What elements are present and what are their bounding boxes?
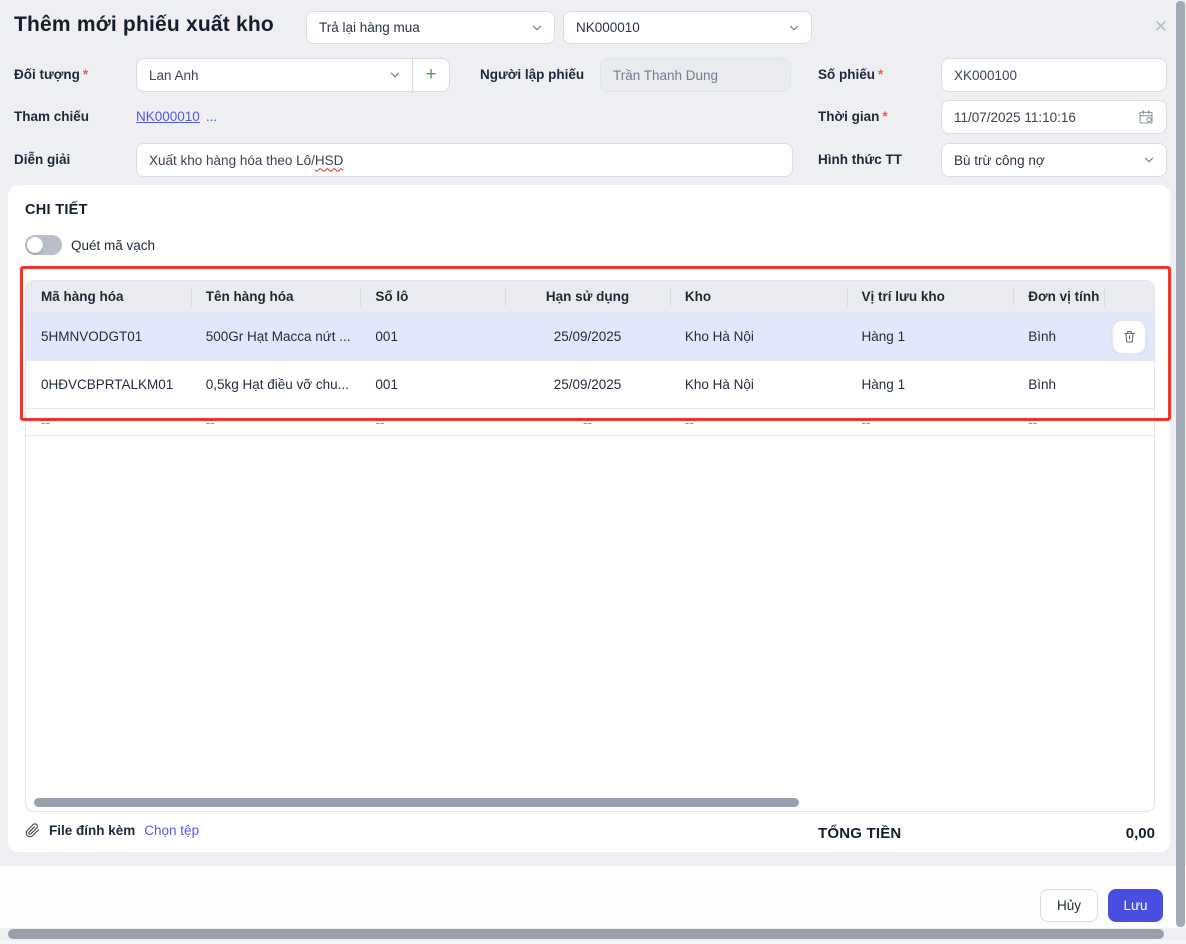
paperclip-icon	[25, 823, 39, 838]
cell-location: Hàng 1	[861, 329, 906, 344]
chevron-down-icon	[1144, 157, 1154, 163]
time-field[interactable]: 11/07/2025 11:10:16	[941, 100, 1167, 134]
add-export-slip-modal: Thêm mới phiếu xuất kho Trả lại hàng mua…	[0, 0, 1186, 944]
cell-unit: Bình	[1028, 329, 1057, 344]
payment-method-value: Bù trừ công nợ	[954, 152, 1045, 168]
cell-warehouse: Kho Hà Nội	[684, 377, 754, 392]
cell-name: 500Gr Hạt Macca nứt ...	[205, 329, 351, 344]
col-header-lot: Số lô	[360, 281, 505, 313]
detail-table: Mã hàng hóa Tên hàng hóa Số lô Hạn sử dụ…	[25, 280, 1155, 812]
footer-bar	[0, 866, 1186, 928]
cell-expiry: 25/09/2025	[553, 377, 622, 392]
reference-link[interactable]: NK000010	[136, 109, 200, 124]
chevron-down-icon	[789, 25, 799, 30]
payment-method-select[interactable]: Bù trừ công nợ	[941, 143, 1167, 177]
col-header-name: Tên hàng hóa	[190, 281, 361, 313]
required-asterisk: *	[82, 67, 89, 82]
description-field[interactable]: Xuất kho hàng hóa theo Lô/HSD	[136, 143, 793, 177]
table-row[interactable]: 5HMNVODGT01 500Gr Hạt Macca nứt ... 001 …	[26, 313, 1154, 361]
cell-code: 5HMNVODGT01	[41, 329, 143, 344]
cell-placeholder: --	[1028, 414, 1038, 430]
partner-label: Đối tượng *	[14, 67, 89, 82]
cell-lot: 001	[375, 377, 398, 392]
total-value: 0,00	[1125, 825, 1155, 842]
col-header-expiry: Hạn sử dụng	[505, 281, 670, 313]
horizontal-scrollbar[interactable]	[8, 929, 1164, 939]
delete-row-button[interactable]	[1112, 319, 1147, 354]
cell-placeholder: --	[861, 414, 871, 430]
chevron-down-icon	[390, 72, 400, 78]
description-value-misspelled: HSD	[314, 152, 344, 168]
reference-doc-value: NK000010	[576, 20, 640, 35]
trash-icon	[1123, 330, 1135, 343]
description-label: Diễn giải	[14, 152, 71, 167]
col-header-code: Mã hàng hóa	[41, 289, 124, 304]
required-asterisk: *	[882, 109, 888, 124]
payment-method-label: Hình thức TT	[818, 152, 903, 167]
calendar-icon	[1139, 110, 1153, 124]
creator-label: Người lập phiếu	[480, 67, 585, 82]
col-header-location: Vị trí lưu kho	[846, 281, 1014, 313]
cell-lot: 001	[375, 329, 398, 344]
creator-value: Trần Thanh Dung	[613, 67, 719, 83]
vertical-scrollbar[interactable]	[1176, 1, 1185, 927]
toggle-knob	[27, 237, 43, 253]
partner-select[interactable]: Lan Anh +	[136, 58, 450, 92]
barcode-scan-label: Quét mã vạch	[71, 237, 156, 253]
cell-unit: Bình	[1028, 377, 1057, 392]
reference-label: Tham chiếu	[14, 109, 90, 124]
plus-icon: +	[425, 64, 437, 85]
creator-field: Trần Thanh Dung	[600, 58, 791, 92]
slip-number-label: Số phiếu *	[818, 67, 884, 82]
chevron-down-icon	[532, 25, 542, 30]
reference-more-link[interactable]: ...	[206, 109, 217, 124]
slip-number-field[interactable]: XK000100	[941, 58, 1167, 92]
attachment-label: File đính kèm	[49, 823, 136, 838]
add-partner-button[interactable]: +	[412, 59, 449, 91]
col-header-unit: Đơn vị tính	[1013, 281, 1104, 313]
cell-name: 0,5kg Hạt điều vỡ chu...	[205, 377, 349, 392]
time-value: 11/07/2025 11:10:16	[954, 109, 1076, 125]
scrollbar-track	[0, 940, 1186, 944]
detail-card: CHI TIẾT Quét mã vạch Mã hàng hóa Tên hà…	[8, 185, 1170, 852]
table-header-row: Mã hàng hóa Tên hàng hóa Số lô Hạn sử dụ…	[26, 281, 1154, 313]
export-type-value: Trả lại hàng mua	[319, 20, 420, 35]
table-horizontal-scrollbar[interactable]	[34, 798, 799, 807]
cell-placeholder: --	[583, 414, 593, 430]
time-label: Thời gian *	[818, 109, 888, 124]
col-header-actions	[1104, 281, 1154, 313]
choose-file-link[interactable]: Chọn tệp	[144, 823, 199, 838]
cancel-button[interactable]: Hủy	[1040, 889, 1098, 922]
description-value: Xuất kho hàng hóa theo Lô/	[149, 152, 315, 168]
export-type-select[interactable]: Trả lại hàng mua	[306, 11, 555, 44]
required-asterisk: *	[878, 67, 884, 82]
barcode-scan-toggle[interactable]	[25, 235, 62, 255]
close-icon[interactable]: ✕	[1154, 18, 1168, 35]
save-button[interactable]: Lưu	[1108, 889, 1163, 922]
total-label: TỔNG TIỀN	[818, 825, 902, 842]
cell-placeholder: --	[684, 414, 694, 430]
cell-location: Hàng 1	[861, 377, 906, 392]
slip-number-value: XK000100	[954, 67, 1018, 83]
cell-expiry: 25/09/2025	[553, 329, 622, 344]
reference-doc-select[interactable]: NK000010	[563, 11, 812, 44]
table-empty-row[interactable]: -- -- -- -- -- -- --	[26, 409, 1154, 436]
cell-warehouse: Kho Hà Nội	[684, 329, 754, 344]
cell-placeholder: --	[41, 414, 50, 430]
detail-section-title: CHI TIẾT	[25, 202, 88, 218]
cell-placeholder: --	[205, 414, 215, 430]
cell-placeholder: --	[375, 414, 385, 430]
col-header-warehouse: Kho	[669, 281, 847, 313]
page-title: Thêm mới phiếu xuất kho	[14, 13, 274, 36]
table-row[interactable]: 0HĐVCBPRTALKM01 0,5kg Hạt điều vỡ chu...…	[26, 361, 1154, 409]
partner-value: Lan Anh	[149, 67, 199, 83]
cell-code: 0HĐVCBPRTALKM01	[41, 377, 174, 392]
